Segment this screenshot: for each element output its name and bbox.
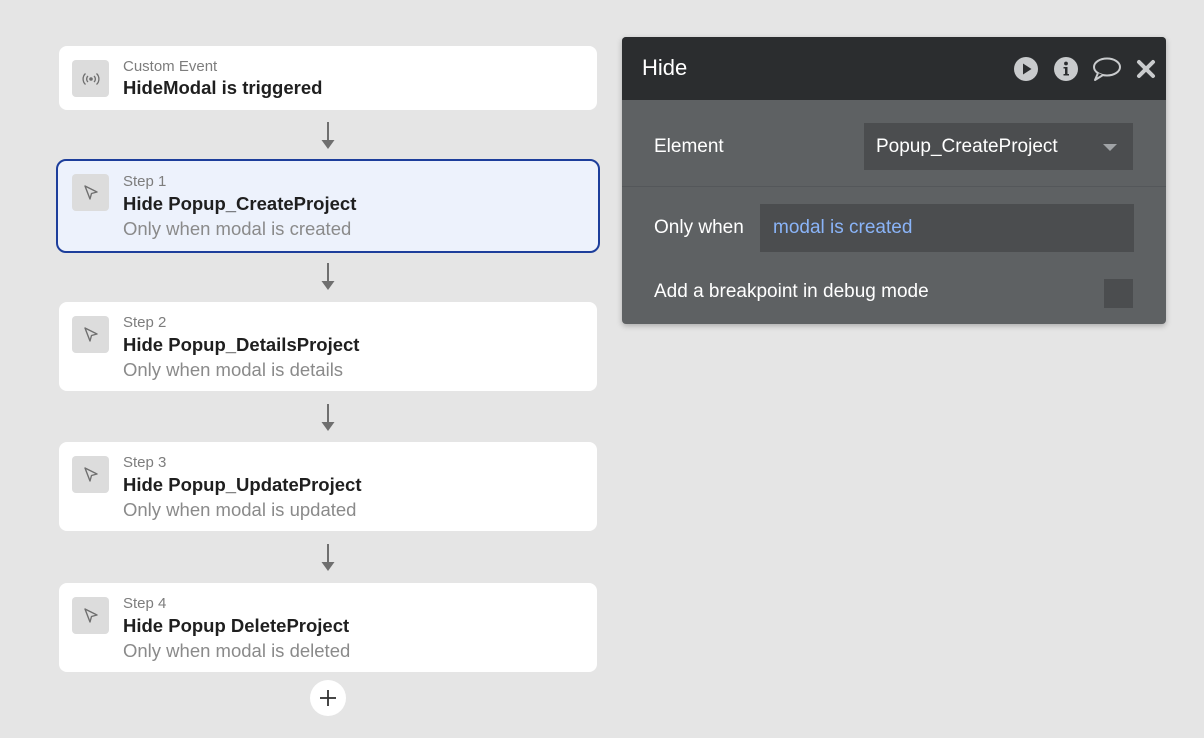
- step-kind: Step 4: [123, 595, 167, 612]
- cursor-icon: [72, 316, 109, 353]
- panel-header: Hide: [622, 37, 1166, 100]
- only-when-label: Only when: [654, 217, 744, 238]
- comment-icon[interactable]: [1091, 56, 1123, 82]
- play-icon[interactable]: [1013, 56, 1039, 82]
- add-step-button[interactable]: [310, 680, 346, 716]
- element-dropdown[interactable]: Popup_CreateProject: [864, 123, 1133, 170]
- plus-icon: [320, 690, 336, 706]
- step-card-4[interactable]: Step 4 Hide Popup DeleteProject Only whe…: [59, 583, 597, 672]
- cursor-icon: [72, 174, 109, 211]
- event-title: HideModal is triggered: [123, 77, 323, 98]
- element-label: Element: [654, 136, 724, 157]
- step-card-3[interactable]: Step 3 Hide Popup_UpdateProject Only whe…: [59, 442, 597, 531]
- element-value: Popup_CreateProject: [876, 136, 1058, 157]
- down-arrow-icon: [321, 404, 335, 431]
- step-condition: Only when modal is updated: [123, 499, 357, 520]
- cursor-icon: [72, 597, 109, 634]
- step-kind: Step 2: [123, 314, 167, 331]
- step-card-2[interactable]: Step 2 Hide Popup_DetailsProject Only wh…: [59, 302, 597, 391]
- step-title: Hide Popup DeleteProject: [123, 615, 350, 636]
- action-properties-panel: Hide Element Popup_CreateProject Only wh…: [622, 37, 1166, 324]
- down-arrow-icon: [321, 544, 335, 571]
- step-kind: Step 1: [123, 173, 167, 190]
- broadcast-icon: [72, 60, 109, 97]
- panel-title: Hide: [642, 55, 688, 80]
- step-title: Hide Popup_DetailsProject: [123, 334, 360, 355]
- step-title: Hide Popup_UpdateProject: [123, 474, 362, 495]
- breakpoint-checkbox[interactable]: [1104, 279, 1133, 308]
- only-when-input[interactable]: modal is created: [760, 204, 1134, 252]
- down-arrow-icon: [321, 122, 335, 149]
- cursor-icon: [72, 456, 109, 493]
- chevron-down-icon: [1103, 144, 1117, 151]
- only-when-expression: modal is created: [773, 217, 913, 238]
- step-condition: Only when modal is details: [123, 359, 344, 380]
- step-kind: Step 3: [123, 454, 167, 471]
- step-card-1[interactable]: Step 1 Hide Popup_CreateProject Only whe…: [56, 159, 600, 253]
- down-arrow-icon: [321, 263, 335, 290]
- step-condition: Only when modal is created: [123, 218, 352, 239]
- breakpoint-label: Add a breakpoint in debug mode: [654, 281, 929, 302]
- event-card[interactable]: Custom Event HideModal is triggered: [59, 46, 597, 110]
- info-icon[interactable]: [1053, 56, 1079, 82]
- close-icon[interactable]: [1133, 56, 1159, 82]
- step-title: Hide Popup_CreateProject: [123, 193, 357, 214]
- workflow-canvas: Custom Event HideModal is triggered Step…: [0, 0, 1204, 738]
- event-kind: Custom Event: [123, 58, 218, 75]
- step-condition: Only when modal is deleted: [123, 640, 351, 661]
- divider: [622, 186, 1166, 187]
